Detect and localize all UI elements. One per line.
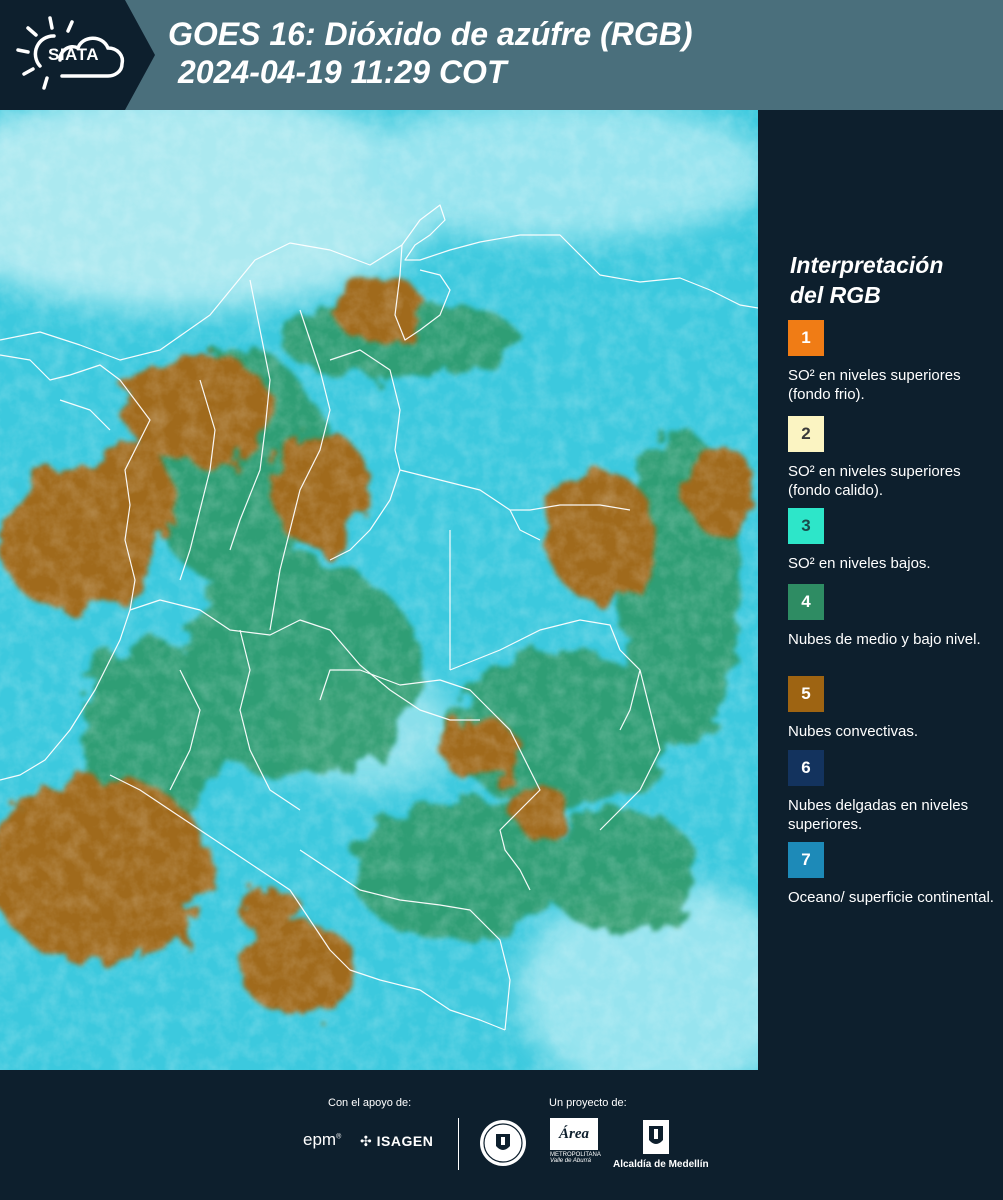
legend-item-5: 5 Nubes convectivas.	[788, 676, 998, 741]
alcaldia-label: Alcaldía de Medellín	[613, 1159, 709, 1170]
legend-swatch-3: 3	[788, 508, 824, 544]
footer: Con el apoyo de: Un proyecto de: epm® ✣ …	[0, 1070, 1003, 1200]
epm-logo: epm®	[303, 1130, 342, 1149]
project-label: Un proyecto de:	[549, 1097, 627, 1109]
legend-label-3: SO² en niveles bajos.	[788, 555, 931, 572]
legend-label-6: Nubes delgadas en niveles superiores.	[788, 797, 969, 833]
legend-swatch-6: 6	[788, 750, 824, 786]
logo-text: SIATA	[48, 45, 99, 64]
footer-divider	[458, 1118, 459, 1170]
epm-text: epm	[303, 1130, 337, 1149]
medellin-seal-icon	[478, 1118, 528, 1173]
legend-label-2: SO² en niveles superiores (fondo calido)…	[788, 463, 961, 499]
header-bar: SIATA GOES 16: Dióxido de azúfre (RGB) 2…	[0, 0, 1003, 110]
area-logo-text: Área	[550, 1118, 598, 1150]
legend-swatch-2: 2	[788, 416, 824, 452]
legend-swatch-1: 1	[788, 320, 824, 356]
page-timestamp: 2024-04-19 11:29 COT	[178, 54, 507, 90]
legend-swatch-5: 5	[788, 676, 824, 712]
area-metropolitana-logo: Área METROPOLITANA Valle de Aburrá	[550, 1118, 601, 1168]
legend-item-2: 2 SO² en niveles superiores (fondo calid…	[788, 416, 998, 500]
support-label: Con el apoyo de:	[328, 1097, 412, 1109]
legend-panel: Interpretación del RGB 1 SO² en niveles …	[758, 110, 1003, 1070]
siata-logo: SIATA	[0, 0, 155, 110]
area-logo-line3: Valle de Aburrá	[550, 1158, 591, 1164]
isagen-logo: ✣ ISAGEN	[360, 1133, 433, 1150]
legend-label-4: Nubes de medio y bajo nivel.	[788, 631, 981, 648]
legend-item-4: 4 Nubes de medio y bajo nivel.	[788, 584, 998, 649]
legend-title-line2: del RGB	[790, 282, 881, 308]
legend-title: Interpretación del RGB	[790, 250, 990, 310]
legend-swatch-7: 7	[788, 842, 824, 878]
legend-label-7: Oceano/ superficie continental.	[788, 889, 994, 906]
legend-item-3: 3 SO² en niveles bajos.	[788, 508, 998, 573]
alcaldia-seal-icon	[641, 1118, 671, 1161]
legend-title-line1: Interpretación	[790, 252, 944, 278]
legend-label-1: SO² en niveles superiores (fondo frio).	[788, 367, 961, 403]
legend-item-6: 6 Nubes delgadas en niveles superiores.	[788, 750, 998, 834]
legend-swatch-4: 4	[788, 584, 824, 620]
legend-item-7: 7 Oceano/ superficie continental.	[788, 842, 998, 907]
map-canvas	[0, 110, 758, 1070]
isagen-icon: ✣	[360, 1133, 373, 1149]
satellite-map[interactable]	[0, 110, 758, 1070]
legend-item-1: 1 SO² en niveles superiores (fondo frio)…	[788, 320, 998, 404]
isagen-text: ISAGEN	[376, 1133, 434, 1149]
legend-label-5: Nubes convectivas.	[788, 723, 919, 740]
page-title: GOES 16: Dióxido de azúfre (RGB)	[168, 16, 693, 52]
